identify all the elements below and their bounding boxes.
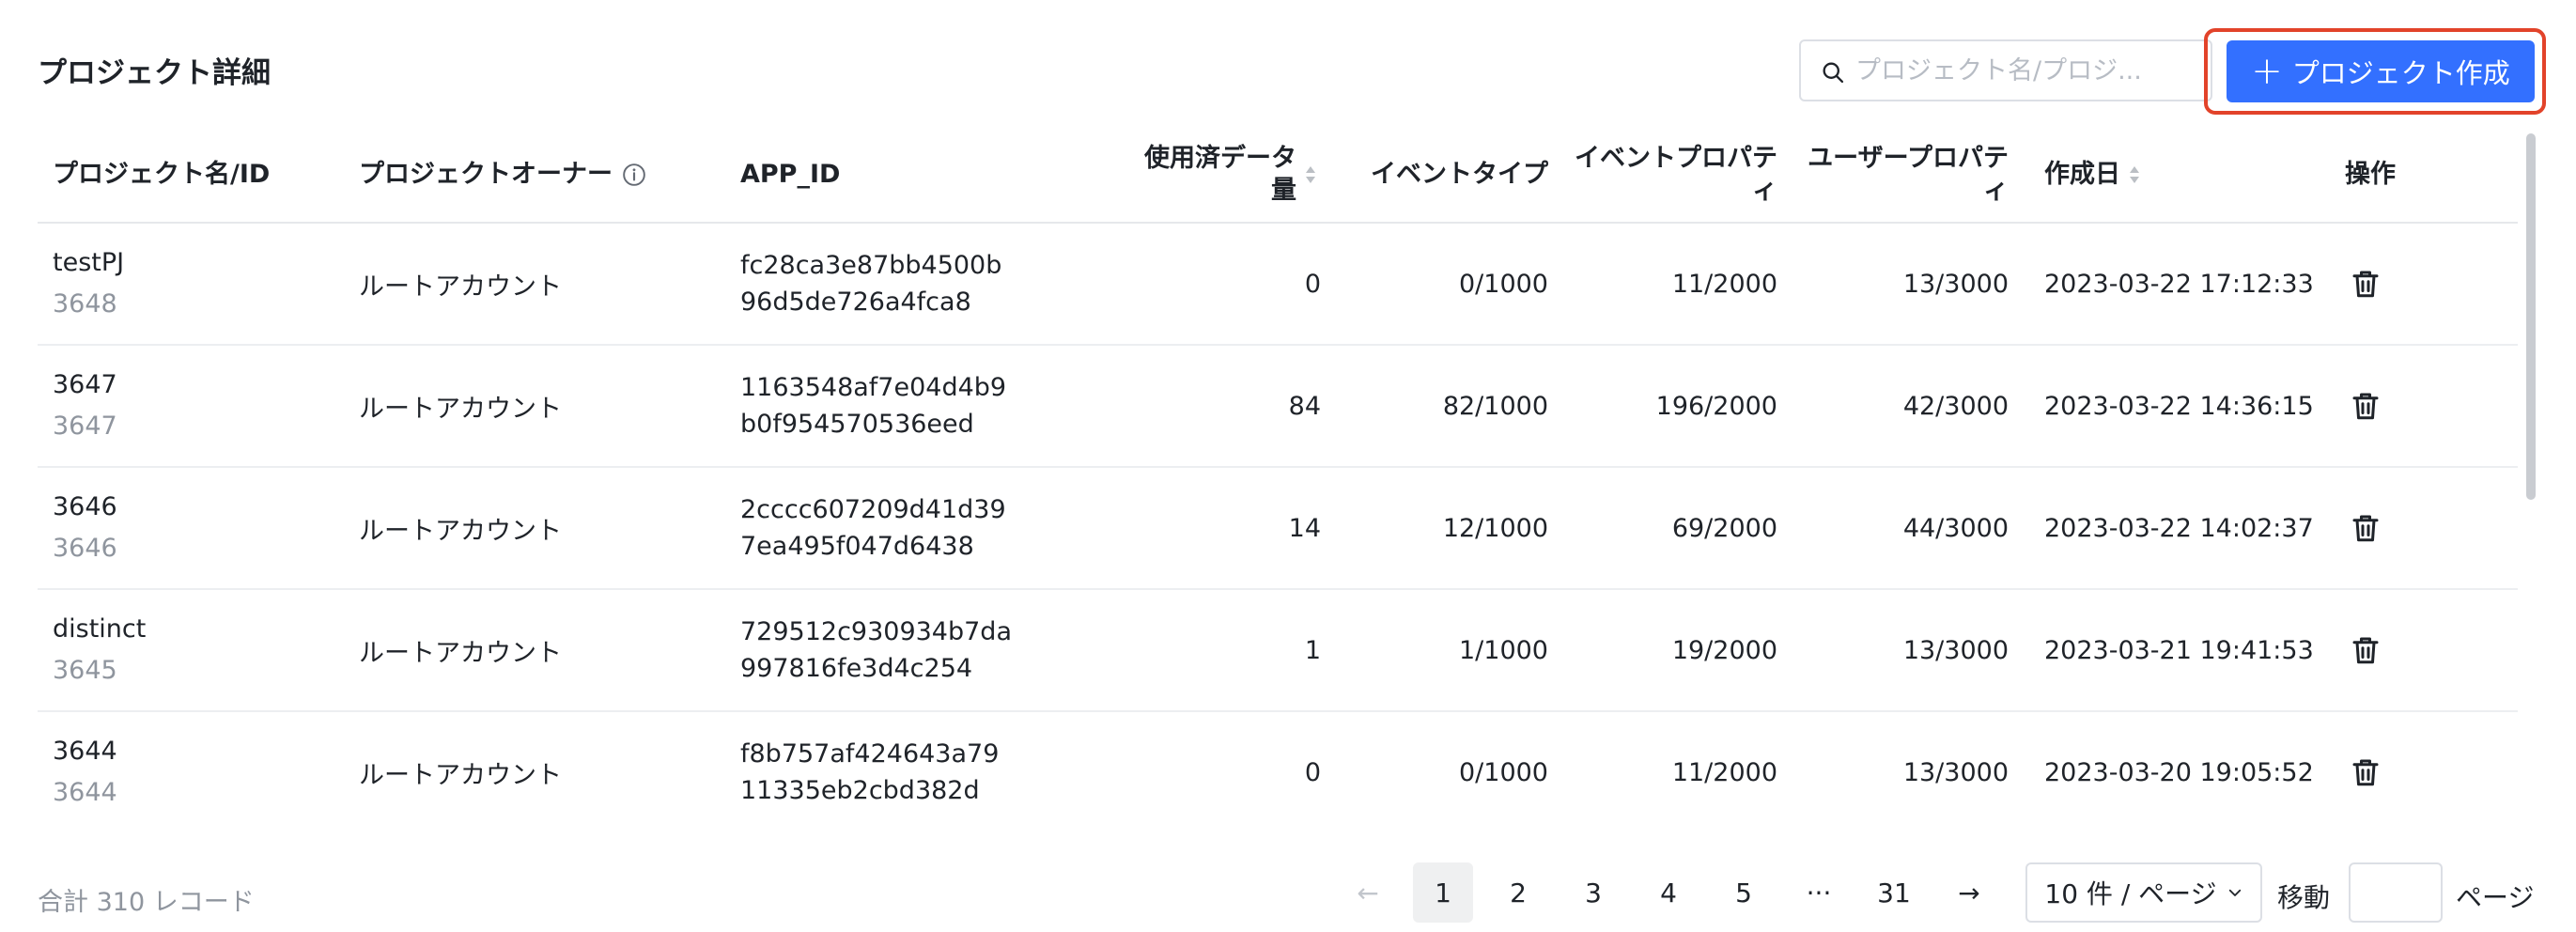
data-used: 0 [1304,269,1321,299]
event-type-count: 1/1000 [1459,635,1548,665]
table-row: 3646 3646 ルートアカウント 2cccc607209d41d397ea4… [38,468,2518,590]
project-id: 3647 [53,412,117,441]
app-id: f8b757af424643a7911335eb2cbd382d [740,738,1000,805]
data-used: 14 [1288,513,1321,543]
project-owner: ルートアカウント [359,638,562,668]
chevron-down-icon [2228,889,2241,896]
table-row: 3644 3644 ルートアカウント f8b757af424643a791133… [38,712,2518,832]
total-records: 合計 310 レコード [38,888,255,917]
event-prop-count: 11/2000 [1671,269,1777,299]
search-input[interactable] [1855,47,2203,94]
table-header: プロジェクト名/ID プロジェクトオーナー APP_ID 使用済データ量 イベン… [38,128,2518,224]
goto-page-input[interactable] [2349,862,2443,923]
create-project-label: プロジェクト作成 [2291,57,2510,89]
data-used: 1 [1304,635,1321,665]
col-header-user-prop: ユーザープロパティ [1808,144,2009,205]
col-header-created-label: 作成日 [2044,160,2120,190]
col-header-owner: プロジェクトオーナー [359,128,716,222]
created-date: 2023-03-22 14:02:37 [2044,513,2314,543]
user-prop-count: 42/3000 [1902,391,2009,421]
create-project-button[interactable]: + プロジェクト作成 [2227,40,2535,102]
col-header-data-used-label: 使用済データ量 [1144,144,1296,205]
project-name: 3644 [53,736,117,766]
project-owner: ルートアカウント [359,394,562,424]
created-date: 2023-03-22 14:36:15 [2044,391,2314,421]
page-ellipsis[interactable]: ··· [1789,862,1849,923]
app-id: 729512c930934b7da997816fe3d4c254 [740,616,1012,683]
event-type-count: 82/1000 [1442,391,1548,421]
col-header-name: プロジェクト名/ID [53,160,271,190]
table-row: testPJ 3648 ルートアカウント fc28ca3e87bb4500b96… [38,224,2518,346]
project-owner: ルートアカウント [359,516,562,546]
page-3-button[interactable]: 3 [1563,862,1623,923]
sort-icon [2130,166,2139,183]
project-name: distinct [53,614,147,644]
event-prop-count: 11/2000 [1671,757,1777,787]
user-prop-count: 44/3000 [1902,513,2009,543]
page-size-select[interactable]: 10 件 / ページ [2025,862,2262,923]
plus-icon: + [2251,50,2283,93]
user-prop-count: 13/3000 [1902,269,2009,299]
page-size-label: 10 件 / ページ [2044,878,2217,909]
col-header-owner-label: プロジェクトオーナー [359,160,613,190]
col-header-data-used[interactable]: 使用済データ量 [1080,128,1317,222]
event-type-count: 12/1000 [1442,513,1548,543]
event-prop-count: 19/2000 [1671,635,1777,665]
search-icon [1823,62,1844,84]
project-table: プロジェクト名/ID プロジェクトオーナー APP_ID 使用済データ量 イベン… [38,128,2518,832]
table-body: testPJ 3648 ルートアカウント fc28ca3e87bb4500b96… [38,224,2518,832]
data-used: 84 [1288,391,1321,421]
col-header-action: 操作 [2345,160,2396,190]
prev-page-button[interactable]: ← [1338,862,1398,923]
user-prop-count: 13/3000 [1902,757,2009,787]
sort-icon [1306,166,1315,183]
project-name: 3646 [53,491,117,521]
col-header-created[interactable]: 作成日 [2044,128,2326,222]
col-header-event-type: イベントタイプ [1371,160,1548,190]
event-type-count: 0/1000 [1459,757,1548,787]
info-icon[interactable] [622,163,646,187]
trash-icon[interactable] [2349,389,2382,423]
created-date: 2023-03-22 17:12:33 [2044,269,2314,299]
project-id: 3646 [53,534,117,563]
trash-icon[interactable] [2349,267,2382,301]
trash-icon[interactable] [2349,755,2382,789]
trash-icon[interactable] [2349,633,2382,667]
app-id: 2cccc607209d41d397ea495f047d6438 [740,494,1006,561]
scrollbar-thumb[interactable] [2526,133,2536,500]
project-name: 3647 [53,369,117,399]
page-31-button[interactable]: 31 [1864,862,1924,923]
search-box[interactable] [1799,39,2212,101]
project-owner: ルートアカウント [359,760,562,790]
trash-icon[interactable] [2349,511,2382,545]
project-id: 3645 [53,656,117,685]
app-id: 1163548af7e04d4b9b0f954570536eed [740,372,1007,439]
created-date: 2023-03-21 19:41:53 [2044,635,2314,665]
page-2-button[interactable]: 2 [1488,862,1548,923]
event-type-count: 0/1000 [1459,269,1548,299]
goto-suffix: ページ [2456,882,2535,913]
next-page-button[interactable]: → [1939,862,1999,923]
project-id: 3644 [53,778,117,807]
table-row: distinct 3645 ルートアカウント 729512c930934b7da… [38,590,2518,712]
page-4-button[interactable]: 4 [1638,862,1699,923]
project-id: 3648 [53,289,117,318]
page-5-button[interactable]: 5 [1714,862,1774,923]
data-used: 0 [1304,757,1321,787]
created-date: 2023-03-20 19:05:52 [2044,757,2314,787]
col-header-event-prop: イベントプロパティ [1575,144,1777,205]
page-1-button[interactable]: 1 [1413,862,1473,923]
app-id: fc28ca3e87bb4500b96d5de726a4fca8 [740,250,1002,317]
user-prop-count: 13/3000 [1902,635,2009,665]
event-prop-count: 196/2000 [1655,391,1777,421]
event-prop-count: 69/2000 [1671,513,1777,543]
project-name: testPJ [53,247,125,277]
goto-label: 移動 [2277,882,2331,913]
table-row: 3647 3647 ルートアカウント 1163548af7e04d4b9b0f9… [38,346,2518,468]
col-header-appid: APP_ID [740,160,841,190]
project-owner: ルートアカウント [359,272,562,302]
page-title: プロジェクト詳細 [38,56,271,90]
